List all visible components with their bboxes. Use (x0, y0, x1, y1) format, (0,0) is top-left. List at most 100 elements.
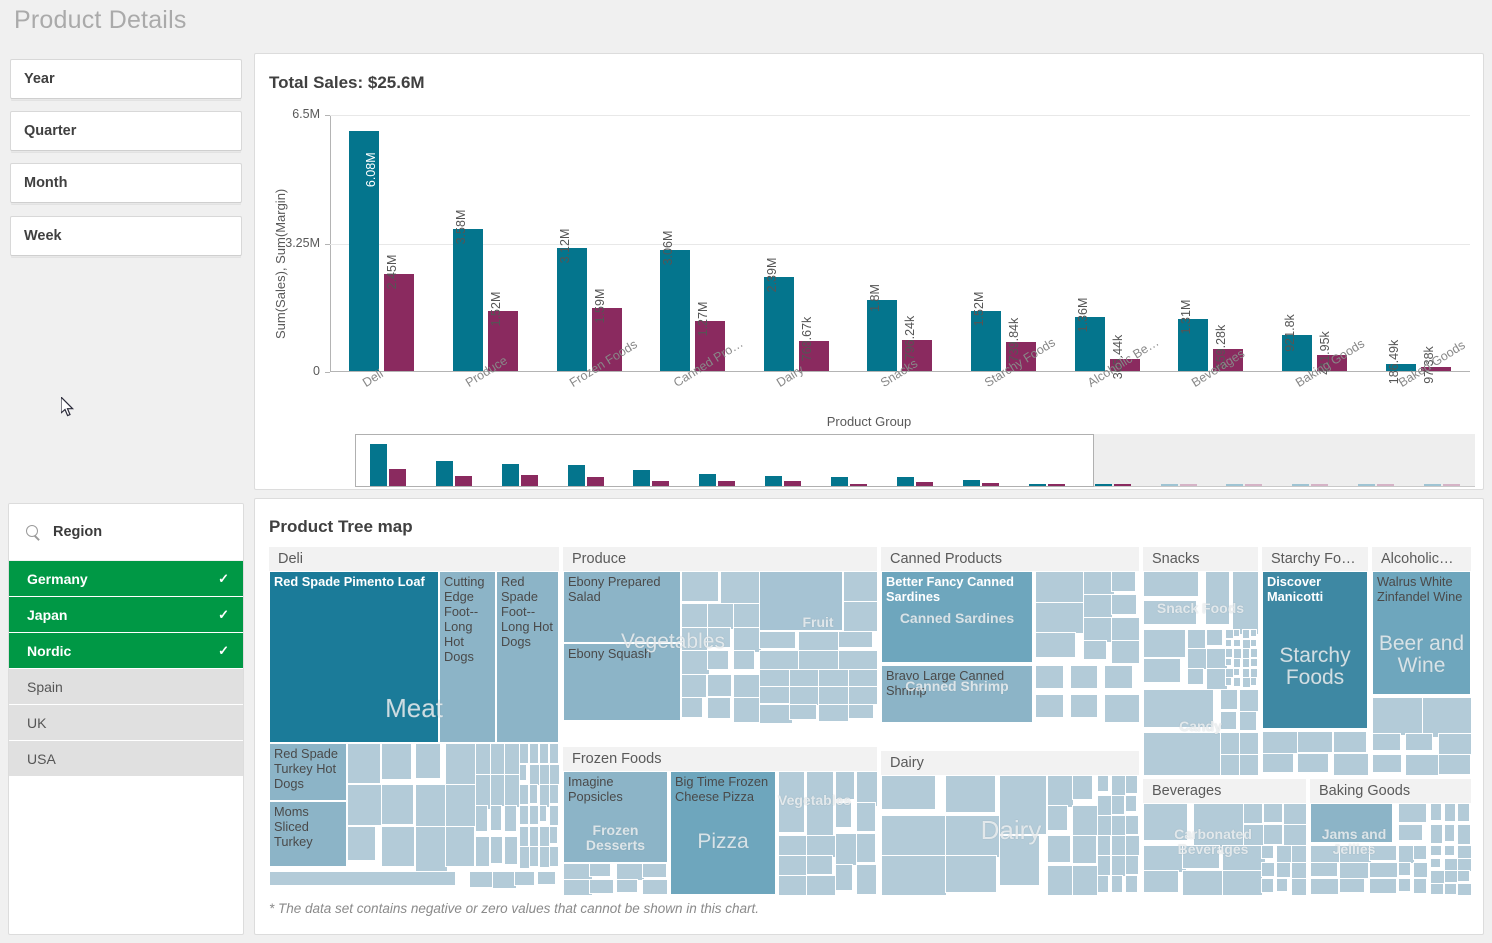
treemap-leaf[interactable] (1097, 835, 1112, 856)
bar-sales[interactable]: 3.58M (452, 210, 483, 371)
treemap-leaf[interactable] (805, 875, 836, 895)
treemap-leaf[interactable] (1368, 861, 1398, 879)
treemap-leaf[interactable] (835, 771, 855, 800)
treemap-leaf[interactable] (1241, 629, 1250, 639)
treemap-leaf[interactable] (519, 784, 529, 805)
bar-margin[interactable]: 768.67k (798, 316, 829, 371)
treemap-leaf[interactable] (1143, 870, 1180, 894)
treemap-leaf[interactable] (1283, 803, 1306, 826)
treemap-leaf[interactable] (415, 825, 449, 872)
treemap-leaf[interactable] (519, 763, 528, 781)
treemap-leaf[interactable]: Big Time Frozen Cheese Pizza (670, 771, 776, 895)
filter-button-week[interactable]: Week (10, 216, 242, 256)
treemap-leaf[interactable] (1430, 824, 1444, 845)
treemap-leaf[interactable] (681, 673, 708, 698)
filter-button-year[interactable]: Year (10, 59, 242, 99)
treemap-leaf[interactable] (1220, 689, 1239, 710)
treemap-leaf[interactable] (1249, 629, 1257, 637)
treemap-leaf[interactable] (788, 703, 817, 721)
treemap-leaf[interactable] (856, 802, 877, 832)
treemap-leaf[interactable] (707, 626, 731, 649)
treemap-leaf[interactable] (1072, 865, 1098, 895)
treemap-leaf[interactable] (847, 703, 875, 720)
region-search-row[interactable]: Region (9, 504, 243, 561)
treemap-leaf[interactable] (1398, 878, 1411, 893)
treemap-leaf[interactable] (945, 775, 997, 813)
treemap-leaf[interactable] (707, 697, 732, 720)
treemap-leaf[interactable] (1083, 594, 1113, 619)
bar-sales[interactable]: 1.52M (971, 292, 1002, 371)
region-item-nordic[interactable]: Nordic ✓ (9, 633, 243, 669)
treemap-leaf[interactable] (1104, 665, 1133, 689)
treemap-leaf[interactable] (1083, 617, 1115, 643)
treemap-leaf[interactable] (489, 836, 503, 864)
treemap-leaf[interactable] (837, 631, 874, 649)
treemap-leaf[interactable] (1225, 648, 1234, 658)
treemap-leaf[interactable] (1125, 795, 1137, 812)
treemap-leaf[interactable]: Red Spade Turkey Hot Dogs (269, 743, 347, 801)
treemap-leaf[interactable] (805, 855, 833, 875)
treemap-leaf[interactable] (1072, 775, 1093, 800)
treemap-leaf[interactable] (469, 871, 493, 888)
treemap-leaf[interactable] (1187, 629, 1207, 649)
treemap-leaf[interactable] (519, 825, 530, 848)
treemap-leaf[interactable] (1249, 658, 1258, 668)
treemap-leaf[interactable] (805, 771, 835, 838)
treemap-leaf[interactable] (881, 775, 937, 810)
treemap-leaf[interactable] (1143, 732, 1230, 775)
treemap-leaf[interactable] (1249, 648, 1258, 659)
treemap-leaf[interactable] (381, 784, 415, 825)
treemap-leaf[interactable] (759, 571, 843, 631)
treemap-leaf[interactable] (881, 855, 948, 895)
treemap-leaf[interactable] (1368, 878, 1397, 895)
treemap-leaf[interactable] (707, 650, 729, 670)
treemap-leaf[interactable] (1097, 775, 1109, 792)
treemap-leaf[interactable] (445, 784, 476, 827)
treemap-leaf[interactable] (1233, 629, 1241, 638)
bar-sales[interactable]: 1.36M (1074, 298, 1105, 371)
treemap-leaf[interactable] (1443, 824, 1456, 842)
treemap-leaf[interactable]: Red Spade Foot--Long Hot Dogs (496, 571, 559, 743)
treemap-leaf[interactable] (1443, 857, 1458, 871)
region-item-usa[interactable]: USA (9, 741, 243, 777)
treemap-leaf[interactable] (1193, 803, 1251, 852)
treemap-leaf[interactable] (514, 871, 535, 886)
treemap-leaf[interactable] (759, 669, 791, 688)
treemap-leaf[interactable] (1182, 870, 1224, 895)
treemap-leaf[interactable] (489, 805, 503, 832)
treemap-leaf[interactable] (519, 743, 530, 765)
treemap-leaf[interactable] (549, 763, 559, 786)
treemap-leaf[interactable] (1097, 855, 1112, 876)
treemap-leaf[interactable] (788, 669, 820, 688)
treemap-leaf[interactable] (1372, 754, 1403, 774)
treemap-leaf[interactable] (1097, 815, 1112, 837)
treemap-leaf[interactable] (415, 743, 441, 779)
treemap-leaf[interactable] (1430, 845, 1442, 856)
treemap-leaf[interactable] (999, 775, 1048, 836)
treemap-leaf[interactable] (1339, 878, 1365, 893)
treemap-leaf[interactable] (733, 673, 762, 700)
treemap-leaf[interactable] (1457, 870, 1471, 882)
treemap-leaf[interactable] (818, 703, 850, 723)
treemap-leaf[interactable] (720, 571, 765, 608)
treemap-leaf[interactable] (1187, 667, 1205, 686)
treemap-leaf[interactable] (1239, 732, 1258, 755)
treemap-leaf[interactable] (1405, 754, 1442, 775)
treemap-leaf[interactable] (856, 864, 877, 895)
treemap-leaf[interactable] (1035, 632, 1076, 659)
treemap-leaf[interactable] (1413, 845, 1427, 861)
treemap-leaf[interactable] (835, 864, 854, 891)
treemap-leaf[interactable] (1047, 805, 1069, 831)
treemap-leaf[interactable] (1430, 803, 1442, 821)
bar-sales[interactable]: 1.31M (1178, 300, 1209, 371)
treemap-leaf[interactable] (1143, 803, 1189, 841)
treemap-leaf[interactable] (1443, 845, 1456, 856)
treemap-leaf[interactable] (1225, 658, 1232, 667)
treemap-leaf[interactable] (681, 571, 719, 602)
filter-button-month[interactable]: Month (10, 163, 242, 203)
treemap-leaf[interactable] (1206, 629, 1223, 647)
treemap-leaf[interactable] (1143, 629, 1187, 658)
treemap-leaf[interactable] (945, 855, 997, 894)
treemap-leaf[interactable] (1233, 667, 1241, 677)
treemap-leaf[interactable] (1239, 753, 1258, 775)
